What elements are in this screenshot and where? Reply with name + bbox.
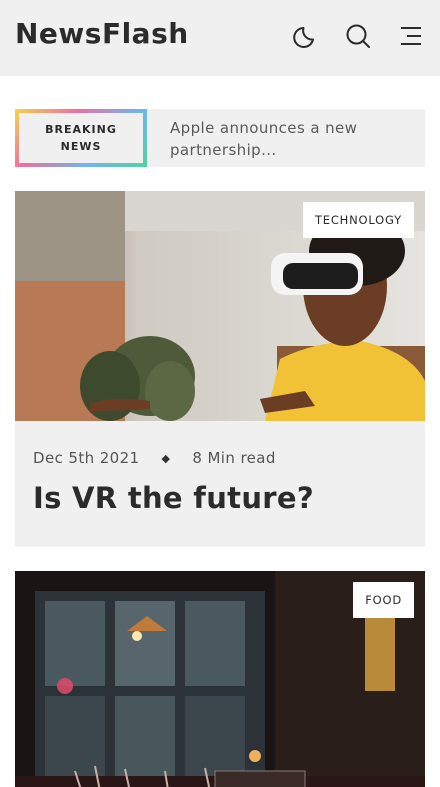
- breaking-news-bar[interactable]: BREAKING NEWS Apple announces a new part…: [15, 109, 425, 167]
- breaking-news-label: BREAKING NEWS: [15, 109, 147, 167]
- article-date: Dec 5th 2021: [33, 449, 140, 467]
- article-category-tag[interactable]: FOOD: [353, 582, 414, 618]
- moon-icon[interactable]: [292, 22, 320, 50]
- site-header: NewsFlash: [0, 0, 440, 76]
- search-icon[interactable]: [344, 22, 372, 50]
- breaking-news-headline[interactable]: Apple announces a new partnership...: [170, 117, 410, 161]
- site-logo[interactable]: NewsFlash: [15, 17, 189, 50]
- article-read-time: 8 Min read: [192, 449, 276, 467]
- article-card[interactable]: FOOD: [15, 571, 425, 787]
- article-category-tag[interactable]: TECHNOLOGY: [302, 202, 414, 238]
- article-title[interactable]: Is VR the future?: [33, 481, 314, 515]
- article-meta: Dec 5th 2021 ◆ 8 Min read: [33, 449, 276, 467]
- menu-icon[interactable]: [397, 22, 425, 50]
- diamond-icon: ◆: [161, 451, 171, 465]
- article-card[interactable]: TECHNOLOGY Dec 5th 2021 ◆ 8 Min read Is …: [15, 191, 425, 547]
